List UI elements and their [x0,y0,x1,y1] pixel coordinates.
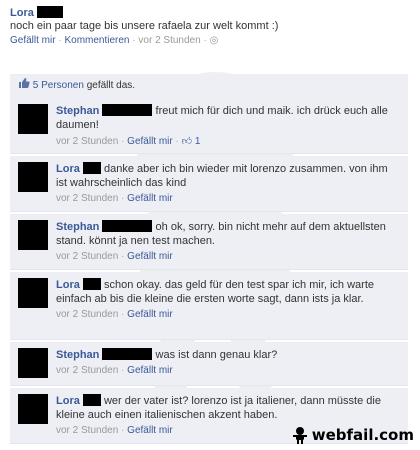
comment-text: schon okay. das geld für den test spar i… [56,279,375,305]
comment-like-link[interactable]: Gefällt mir [127,193,173,204]
post-comment-link[interactable]: Kommentieren [64,35,129,46]
comment-like-link[interactable]: Gefällt mir [127,136,173,147]
comment-author-link[interactable]: Stephan [56,221,99,233]
comment-timestamp[interactable]: vor 2 Stunden [56,136,118,147]
webfail-brand-text: webfail.com [311,426,414,444]
comment-list: Stephan freut mich für dich und maik. ic… [10,98,408,446]
avatar[interactable] [18,348,48,378]
redacted-name [82,162,101,174]
webfail-mascot-icon [292,427,307,444]
thumbs-up-icon [18,75,30,99]
likes-count-link[interactable]: 5 Personen [33,80,84,91]
avatar[interactable] [18,278,48,308]
comment-text: danke aber ich bin wieder mit lorenzo zu… [56,163,388,189]
comment-author-link[interactable]: Stephan [56,349,99,361]
webfail-logo: webfail.com [291,426,414,444]
post-author-link[interactable]: Lora [10,7,34,19]
post-text: noch ein paar tage bis unsere rafaela zu… [10,20,279,32]
post-header: Lora [10,6,410,19]
likes-bar: 5 Personen gefällt das. [10,74,408,99]
comment-timestamp[interactable]: vor 2 Stunden [56,193,118,204]
post-meta: Gefällt mir · Kommentieren · vor 2 Stund… [10,35,219,46]
comment-timestamp[interactable]: vor 2 Stunden [56,425,118,436]
post-timestamp[interactable]: vor 2 Stunden [138,35,200,46]
avatar[interactable] [18,394,48,424]
avatar[interactable] [18,220,48,250]
comment-like-link[interactable]: Gefällt mir [127,425,173,436]
redacted-name [102,348,153,360]
redacted-name [102,104,153,116]
avatar[interactable] [18,104,48,134]
comment-like-count[interactable]: 1 [195,136,201,147]
comment-item: Stephan freut mich für dich und maik. ic… [10,98,408,154]
comment-like-link[interactable]: Gefällt mir [127,251,173,262]
comment-like-link[interactable]: Gefällt mir [127,365,173,376]
comment-author-link[interactable]: Lora [56,163,80,175]
likes-suffix: gefällt das. [86,80,136,91]
post-like-link[interactable]: Gefällt mir [10,35,56,46]
comment-item: Stephan oh ok, sorry. bin nicht mehr auf… [10,214,408,270]
comment-text: was ist dann genau klar? [155,349,278,361]
avatar[interactable] [18,162,48,192]
comment-timestamp[interactable]: vor 2 Stunden [56,365,118,376]
comment-like-link[interactable]: Gefällt mir [127,309,173,320]
redacted-name [82,394,101,406]
comment-author-link[interactable]: Stephan [56,105,99,117]
comment-item: Stephan was ist dann genau klar? vor 2 S… [10,342,408,386]
comment-author-link[interactable]: Lora [56,279,80,291]
privacy-globe-icon: ◎ [209,35,219,46]
comment-timestamp[interactable]: vor 2 Stunden [56,309,118,320]
redacted-name [36,6,63,18]
comment-item: Lora schon okay. das geld für den test s… [10,272,408,340]
comment-text: wer der vater ist? lorenzo ist ja italie… [56,395,381,421]
thumbs-up-icon: 👍︎ [181,136,193,147]
redacted-name [102,220,153,232]
comment-author-link[interactable]: Lora [56,395,80,407]
comment-timestamp[interactable]: vor 2 Stunden [56,251,118,262]
comment-item: Lora danke aber ich bin wieder mit loren… [10,156,408,212]
status-post: Lora noch ein paar tage bis unsere rafae… [10,6,410,46]
redacted-name [82,278,101,290]
